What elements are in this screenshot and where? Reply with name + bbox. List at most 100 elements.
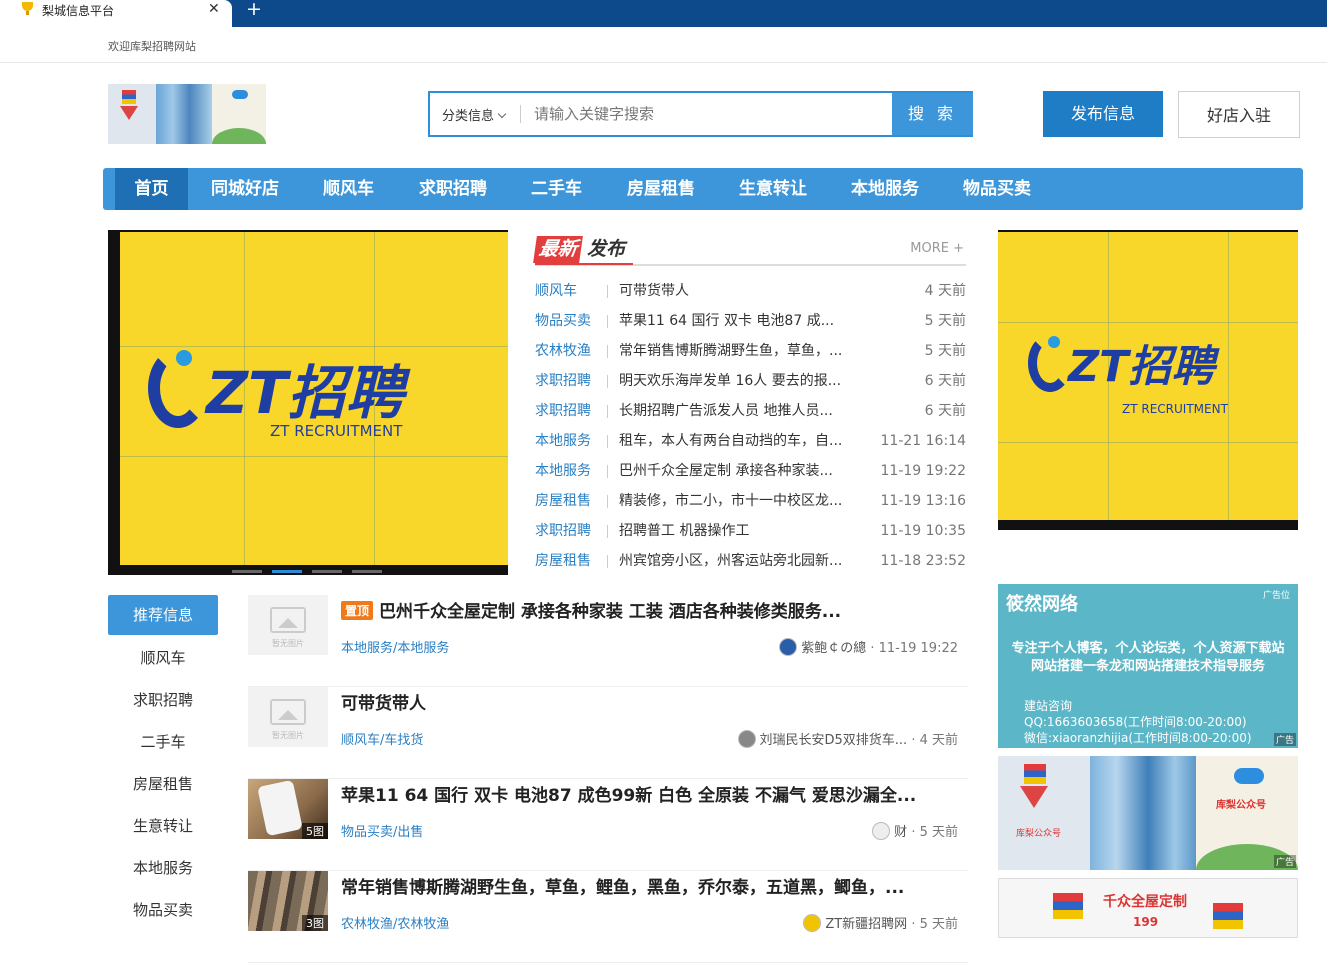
join-store-button[interactable]: 好店入驻 [1178, 91, 1300, 138]
search-input[interactable] [534, 98, 884, 130]
avatar[interactable] [737, 730, 756, 748]
listing-time: 4 天前 [919, 733, 958, 748]
latest-row[interactable]: 物品买卖 苹果11 64 国行 双卡 电池87 成... 5 天前 [535, 306, 966, 336]
latest-row[interactable]: 求职招聘 长期招聘广告派发人员 地推人员... 6 天前 [535, 396, 966, 426]
latest-row[interactable]: 农林牧渔 常年销售博斯腾湖野生鱼，草鱼，... 5 天前 [535, 336, 966, 366]
listing-author[interactable]: 财 [894, 825, 907, 840]
nav-item-city-shops[interactable]: 同城好店 [211, 168, 279, 210]
carousel-dot[interactable] [352, 570, 382, 573]
nav-item-carpool[interactable]: 顺风车 [323, 168, 374, 210]
listing-title[interactable]: 常年销售博斯腾湖野生鱼，草鱼，鲤鱼，黑鱼，乔尔泰，五道黑，鲫鱼，... [341, 873, 941, 898]
listing-category[interactable]: 物品买卖/出售 [341, 821, 423, 840]
latest-row-category[interactable]: 房屋租售 [535, 546, 591, 576]
sidebar-item-housing[interactable]: 房屋租售 [108, 763, 218, 805]
nav-item-business-transfer[interactable]: 生意转让 [739, 168, 807, 210]
close-tab-icon[interactable]: ✕ [208, 1, 220, 17]
latest-row-category[interactable]: 求职招聘 [535, 396, 591, 426]
listing-thumbnail[interactable]: 暂无图片 [248, 595, 328, 655]
flag-icon [1213, 903, 1243, 929]
sidebar-item-jobs[interactable]: 求职招聘 [108, 679, 218, 721]
latest-row-title[interactable]: 可带货带人 [619, 276, 855, 306]
latest-row-title[interactable]: 租车，本人有两台自动挡的车，自... [619, 426, 855, 456]
latest-row-category[interactable]: 房屋租售 [535, 486, 591, 516]
wechat-account-ad[interactable]: 库梨公众号 库梨公众号 广告 [998, 756, 1298, 870]
listing-title[interactable]: 苹果11 64 国行 双卡 电池87 成色99新 白色 全原装 不漏气 爱思沙漏… [341, 781, 941, 806]
latest-row-category[interactable]: 农林牧渔 [535, 336, 591, 366]
browser-tab[interactable]: 梨城信息平台 ✕ [0, 0, 232, 27]
latest-row-category[interactable]: 求职招聘 [535, 516, 591, 546]
nav-item-housing[interactable]: 房屋租售 [627, 168, 695, 210]
avatar[interactable] [872, 822, 891, 840]
latest-row-title[interactable]: 州宾馆旁小区，州客运站旁北园新... [619, 546, 855, 576]
sidebar-item-carpool[interactable]: 顺风车 [108, 637, 218, 679]
right-banner-ad[interactable]: ZT招聘 ZT RECRUITMENT [998, 230, 1298, 530]
latest-row[interactable]: 本地服务 租车，本人有两台自动挡的车，自... 11-21 16:14 [535, 426, 966, 456]
latest-row[interactable]: 房屋租售 州宾馆旁小区，州客运站旁北园新... 11-18 23:52 [535, 546, 966, 576]
carousel-dot[interactable] [312, 570, 342, 573]
listing-time: 5 天前 [919, 825, 958, 840]
avatar[interactable] [803, 914, 822, 932]
nav-item-goods[interactable]: 物品买卖 [963, 168, 1031, 210]
listing-thumbnail[interactable]: 3图 [248, 871, 328, 931]
listing-category[interactable]: 顺风车/车找货 [341, 729, 423, 748]
latest-row-time: 11-19 10:35 [880, 523, 966, 539]
latest-row[interactable]: 求职招聘 明天欢乐海岸发单 16人 要去的报... 6 天前 [535, 366, 966, 396]
listing-author[interactable]: ZT新疆招聘网 [825, 917, 907, 932]
latest-section-header: 最新 发布 MORE + [533, 236, 966, 266]
nav-item-home[interactable]: 首页 [115, 168, 188, 210]
listing-card[interactable]: 3图 常年销售博斯腾湖野生鱼，草鱼，鲤鱼，黑鱼，乔尔泰，五道黑，鲫鱼，... 农林牧… [248, 871, 968, 963]
latest-row[interactable]: 房屋租售 精装修，市二小，市十一中校区龙... 11-19 13:16 [535, 486, 966, 516]
listing-author[interactable]: 刘瑞民长安D5双排货车... [760, 733, 908, 748]
latest-row-title[interactable]: 苹果11 64 国行 双卡 电池87 成... [619, 306, 855, 336]
listing-author[interactable]: 紫鲍￠の總 [801, 641, 866, 656]
latest-row-title[interactable]: 精装修，市二小，市十一中校区龙... [619, 486, 855, 516]
new-tab-icon[interactable]: + [246, 0, 262, 20]
sidebar-item-goods[interactable]: 物品买卖 [108, 889, 218, 931]
latest-row-time: 6 天前 [924, 373, 966, 389]
latest-row-category[interactable]: 顺风车 [535, 276, 577, 306]
search-button[interactable]: 搜 索 [892, 93, 973, 135]
search-category-select[interactable]: 分类信息 [442, 105, 507, 124]
carousel-dot[interactable] [232, 570, 262, 573]
listing-thumbnail[interactable]: 暂无图片 [248, 687, 328, 747]
publish-button[interactable]: 发布信息 [1043, 91, 1163, 137]
latest-row-title[interactable]: 明天欢乐海岸发单 16人 要去的报... [619, 366, 855, 396]
nav-item-local-services[interactable]: 本地服务 [851, 168, 919, 210]
carousel-dot[interactable] [272, 570, 302, 573]
latest-row[interactable]: 本地服务 巴州千众全屋定制 承接各种家装... 11-19 19:22 [535, 456, 966, 486]
sidebar-item-local-services[interactable]: 本地服务 [108, 847, 218, 889]
custom-furniture-ad[interactable]: 千众全屋定制 199 [998, 878, 1298, 938]
listing-thumbnail[interactable]: 5图 [248, 779, 328, 839]
listing-category[interactable]: 本地服务/本地服务 [341, 637, 449, 656]
web-service-ad[interactable]: 筱然网络 广告位 专注于个人博客，个人论坛类，个人资源下载站 网站搭建一条龙和网… [998, 584, 1298, 748]
latest-row[interactable]: 求职招聘 招聘普工 机器操作工 11-19 10:35 [535, 516, 966, 546]
divider [607, 285, 608, 298]
latest-row-time: 11-19 19:22 [880, 463, 966, 479]
latest-row-category[interactable]: 物品买卖 [535, 306, 591, 336]
listing-title[interactable]: 可带货带人 [341, 689, 941, 714]
more-link[interactable]: MORE + [910, 241, 964, 256]
listing-card[interactable]: 暂无图片 置顶 巴州千众全屋定制 承接各种家装 工装 酒店各种装修类服务... 本地服… [248, 595, 968, 687]
latest-row-category[interactable]: 本地服务 [535, 456, 591, 486]
sidebar-item-used-cars[interactable]: 二手车 [108, 721, 218, 763]
welcome-text: 欢迎库梨招聘网站 [108, 40, 196, 53]
site-logo[interactable] [108, 84, 266, 144]
sidebar-item-recommended[interactable]: 推荐信息 [108, 595, 218, 635]
listing-category[interactable]: 农林牧渔/农林牧渔 [341, 913, 449, 932]
latest-row-title[interactable]: 巴州千众全屋定制 承接各种家装... [619, 456, 855, 486]
latest-row-title[interactable]: 长期招聘广告派发人员 地推人员... [619, 396, 855, 426]
banner-carousel[interactable]: ZT招聘 ZT RECRUITMENT [108, 230, 508, 575]
flag-icon [1024, 764, 1046, 784]
latest-row-category[interactable]: 本地服务 [535, 426, 591, 456]
latest-row-title[interactable]: 招聘普工 机器操作工 [619, 516, 855, 546]
listing-card[interactable]: 暂无图片 可带货带人 顺风车/车找货 刘瑞民长安D5双排货车... · 4 天前 [248, 687, 968, 779]
listing-card[interactable]: 5图 苹果11 64 国行 双卡 电池87 成色99新 白色 全原装 不漏气 爱思… [248, 779, 968, 871]
listing-title[interactable]: 置顶 巴州千众全屋定制 承接各种家装 工装 酒店各种装修类服务... [341, 597, 941, 622]
nav-item-jobs[interactable]: 求职招聘 [419, 168, 487, 210]
sidebar-item-business-transfer[interactable]: 生意转让 [108, 805, 218, 847]
latest-row-category[interactable]: 求职招聘 [535, 366, 591, 396]
avatar[interactable] [779, 638, 798, 656]
latest-row-title[interactable]: 常年销售博斯腾湖野生鱼，草鱼，... [619, 336, 855, 366]
nav-item-used-cars[interactable]: 二手车 [531, 168, 582, 210]
latest-row[interactable]: 顺风车 可带货带人 4 天前 [535, 276, 966, 306]
